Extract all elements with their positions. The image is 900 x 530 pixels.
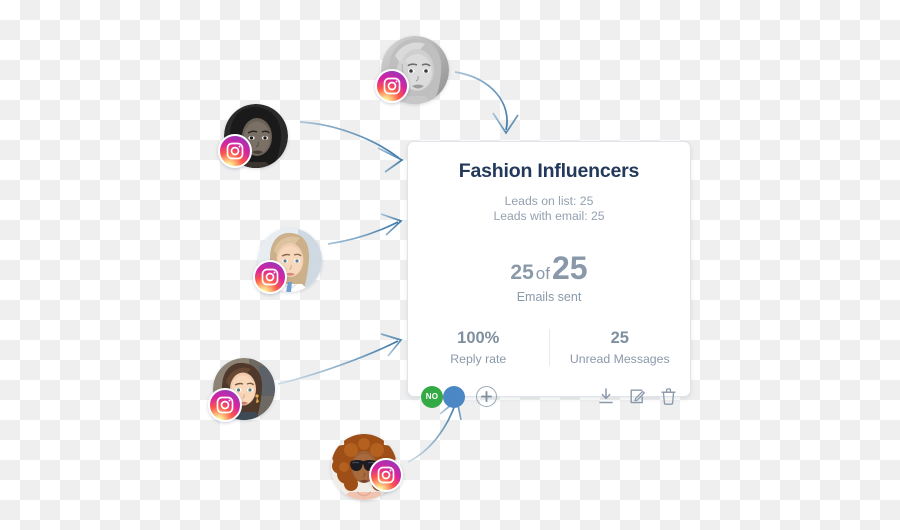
arrow-lower-left <box>277 333 403 385</box>
influencer-avatar-4[interactable] <box>208 358 275 422</box>
toggle-state-label: NO <box>421 385 443 408</box>
instagram-icon <box>253 260 287 294</box>
toggle-track-knob <box>443 385 465 408</box>
stat-value: 25 <box>610 329 629 347</box>
instagram-icon <box>208 388 242 422</box>
campaign-toggle[interactable]: NO <box>421 385 465 408</box>
stat-unread-messages: 25 Unread Messages <box>548 329 691 366</box>
download-button[interactable] <box>597 387 615 407</box>
stats-row: 100% Reply rate 25 Unread Messages <box>408 317 690 377</box>
influencer-avatar-3[interactable] <box>253 228 322 294</box>
emails-total-value: 25 <box>551 250 588 286</box>
instagram-icon <box>369 458 403 492</box>
emails-of-word: of <box>535 264 550 283</box>
edit-button[interactable] <box>628 387 646 407</box>
instagram-icon <box>218 134 252 168</box>
delete-button[interactable] <box>659 387 677 407</box>
page-title: Fashion Influencers <box>458 160 640 182</box>
add-button[interactable] <box>476 386 497 408</box>
download-icon <box>599 388 613 404</box>
emails-sent-block: 25 of25 Emails sent <box>408 238 690 317</box>
leads-on-list: Leads on list: 25 <box>504 194 594 208</box>
card-actions: NO <box>408 377 690 408</box>
edit-pencil-icon <box>630 389 645 404</box>
leads-with-email: Leads with email: 25 <box>493 209 605 223</box>
stat-label: Reply rate <box>450 351 507 366</box>
emails-sent-count: 25 of25 <box>408 252 690 284</box>
instagram-icon <box>375 69 409 103</box>
leads-summary: Leads on list: 25 Leads with email: 25 <box>422 194 676 224</box>
stat-value: 100% <box>457 329 500 347</box>
influencer-avatar-2[interactable] <box>218 104 288 168</box>
card-header: Fashion Influencers Leads on list: 25 Le… <box>408 142 690 238</box>
influencer-avatar-5[interactable] <box>331 434 403 500</box>
list-card: Fashion Influencers Leads on list: 25 Le… <box>407 141 691 408</box>
stat-reply-rate: 100% Reply rate <box>408 329 549 366</box>
arrow-upper-left <box>299 121 404 173</box>
emails-sent-value: 25 <box>510 261 534 284</box>
emails-sent-label: Emails sent <box>516 290 582 304</box>
arrow-bottom <box>407 398 462 463</box>
influencer-avatar-1[interactable] <box>375 36 449 104</box>
arrow-middle-left <box>327 213 403 245</box>
stat-label: Unread Messages <box>569 351 670 366</box>
trash-icon <box>660 388 676 406</box>
canvas: Fashion Influencers Leads on list: 25 Le… <box>0 0 900 530</box>
plus-icon <box>481 391 492 403</box>
arrow-top <box>454 71 519 135</box>
